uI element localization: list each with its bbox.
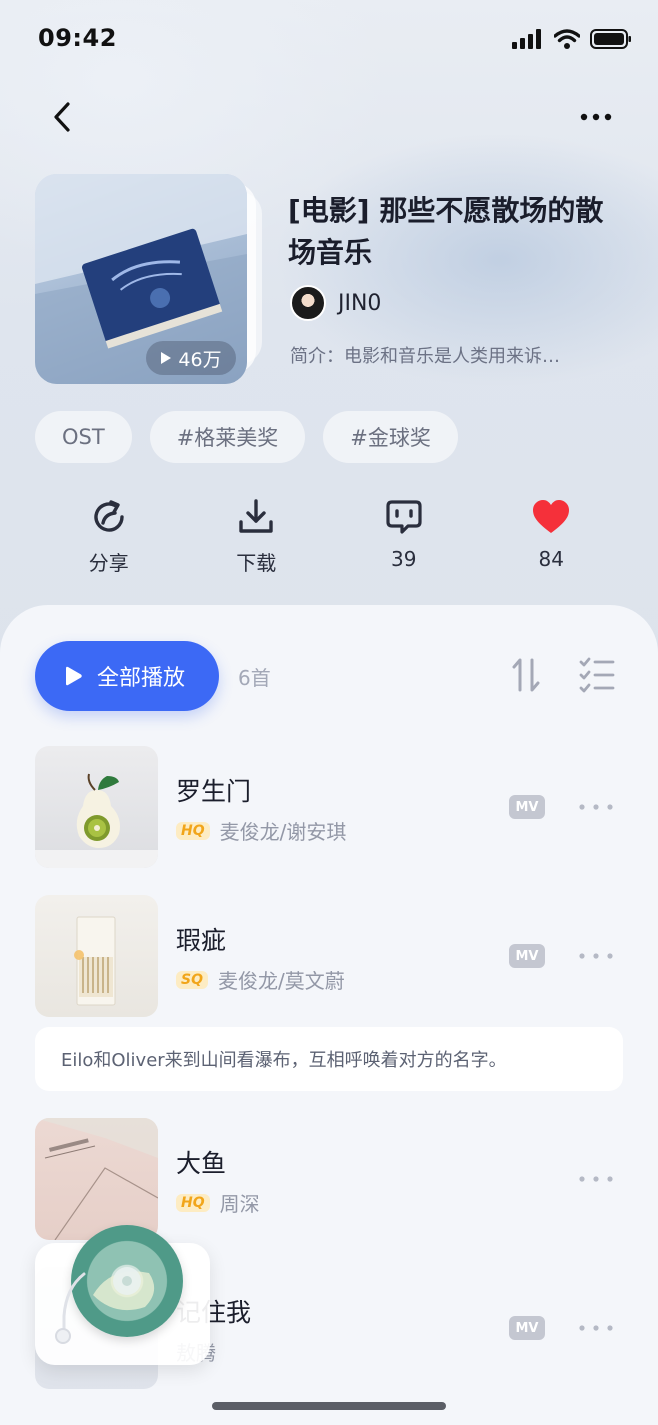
song-note: Eilo和Oliver来到山间看瀑布，互相呼唤着对方的名字。 [35, 1027, 623, 1091]
tonearm-icon [55, 1272, 86, 1344]
signal-icon [512, 29, 541, 49]
song-count: 6首 [238, 666, 271, 690]
song-meta: HQ 周深 [176, 1188, 260, 1217]
play-icon [66, 666, 82, 686]
playlist-intro[interactable]: 简介：电影和音乐是人类用来诉… [290, 342, 620, 368]
tag-list: OST #格莱美奖 #金球奖 [35, 411, 458, 463]
comment-button[interactable]: 39 [330, 497, 478, 576]
download-icon [239, 499, 273, 533]
matchbox-image [74, 916, 116, 1006]
download-button[interactable]: 下载 [183, 497, 331, 576]
battery-icon [590, 29, 631, 49]
status-time: 09:42 [38, 24, 117, 52]
multi-select-icon[interactable] [578, 656, 616, 694]
play-count: 46万 [178, 348, 222, 371]
back-icon[interactable] [46, 100, 80, 134]
comment-icon [386, 500, 422, 534]
song-title: 罗生门 [176, 777, 252, 806]
playlist-title: [电影] 那些不愿散场的散场音乐 [288, 194, 604, 269]
song-more-icon[interactable] [575, 794, 617, 820]
tag-grammy[interactable]: #格莱美奖 [149, 411, 306, 463]
song-title: 瑕疵 [176, 926, 227, 955]
song-artist: 麦俊龙/谢安琪 [219, 820, 347, 844]
play-count-badge: 46万 [146, 341, 236, 375]
status-icons [512, 28, 632, 50]
song-cover [35, 895, 158, 1017]
play-count-icon [161, 352, 172, 364]
quality-badge: HQ [176, 1193, 210, 1212]
like-button[interactable]: 84 [478, 497, 626, 576]
comment-count: 39 [391, 547, 417, 571]
song-meta: HQ 麦俊龙/谢安琪 [176, 816, 346, 845]
tag-ost[interactable]: OST [35, 411, 132, 463]
song-more-icon[interactable] [575, 1166, 617, 1192]
download-label: 下载 [236, 551, 277, 575]
sort-icon[interactable] [510, 656, 544, 694]
share-label: 分享 [88, 551, 129, 575]
song-title: 大鱼 [176, 1149, 227, 1178]
song-cover [35, 746, 158, 868]
action-bar: 分享 下载 39 84 [35, 497, 625, 576]
author-name[interactable]: JIN0 [338, 291, 381, 316]
pear-image [35, 773, 158, 868]
quality-badge: HQ [176, 821, 210, 840]
mv-badge[interactable]: MV [509, 1316, 545, 1340]
heart-icon [533, 500, 570, 533]
author-row[interactable]: JIN0 [290, 285, 381, 321]
play-all-button[interactable]: 全部播放 [35, 641, 219, 711]
author-avatar[interactable] [290, 285, 326, 321]
wifi-icon [554, 29, 580, 49]
more-icon[interactable] [578, 102, 614, 132]
share-button[interactable]: 分享 [35, 497, 183, 576]
song-row[interactable]: 罗生门 HQ 麦俊龙/谢安琪 MV [35, 746, 623, 870]
song-artist: 周深 [219, 1192, 260, 1216]
home-indicator [212, 1402, 446, 1410]
quality-badge: SQ [176, 970, 208, 989]
song-meta: SQ 麦俊龙/莫文蔚 [176, 965, 345, 994]
tag-golden-globe[interactable]: #金球奖 [323, 411, 458, 463]
mv-badge[interactable]: MV [509, 944, 545, 968]
like-count: 84 [538, 547, 564, 571]
paper-image [35, 1118, 158, 1240]
song-cover [35, 1118, 158, 1240]
share-icon [94, 500, 124, 532]
mv-badge[interactable]: MV [509, 795, 545, 819]
play-all-label: 全部播放 [97, 666, 186, 691]
song-row[interactable]: 大鱼 HQ 周深 [35, 1118, 623, 1242]
song-more-icon[interactable] [575, 943, 617, 969]
song-more-icon[interactable] [575, 1315, 617, 1341]
song-row[interactable]: 瑕疵 SQ 麦俊龙/莫文蔚 MV [35, 895, 623, 1019]
song-artist: 麦俊龙/莫文蔚 [217, 969, 345, 993]
